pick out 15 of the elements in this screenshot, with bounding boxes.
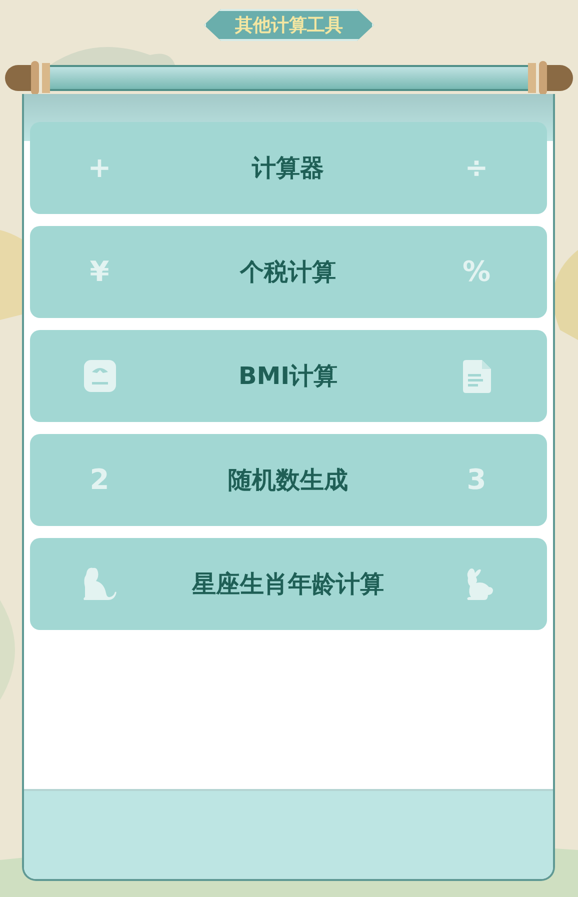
symbol-text: 3 <box>466 466 486 494</box>
tool-button[interactable]: 星座生肖年龄计算 <box>30 538 546 630</box>
tool-button[interactable]: ¥ 个税计算 % <box>30 226 546 318</box>
tool-button[interactable]: 2 随机数生成 3 <box>30 434 546 526</box>
tool-button[interactable]: BMI计算 <box>30 330 546 422</box>
symbol-text: 2 <box>90 466 110 494</box>
tiger-icon <box>80 567 118 601</box>
scale-icon <box>82 359 116 393</box>
symbol-text: % <box>462 258 491 286</box>
symbol-text: ¥ <box>90 258 110 286</box>
symbol-text: + <box>88 154 112 182</box>
document-icon <box>462 360 490 392</box>
title-banner: 其他计算工具 <box>204 9 374 41</box>
tool-button[interactable]: + 计算器 ÷ <box>30 122 546 214</box>
symbol-text: ÷ <box>464 154 488 182</box>
